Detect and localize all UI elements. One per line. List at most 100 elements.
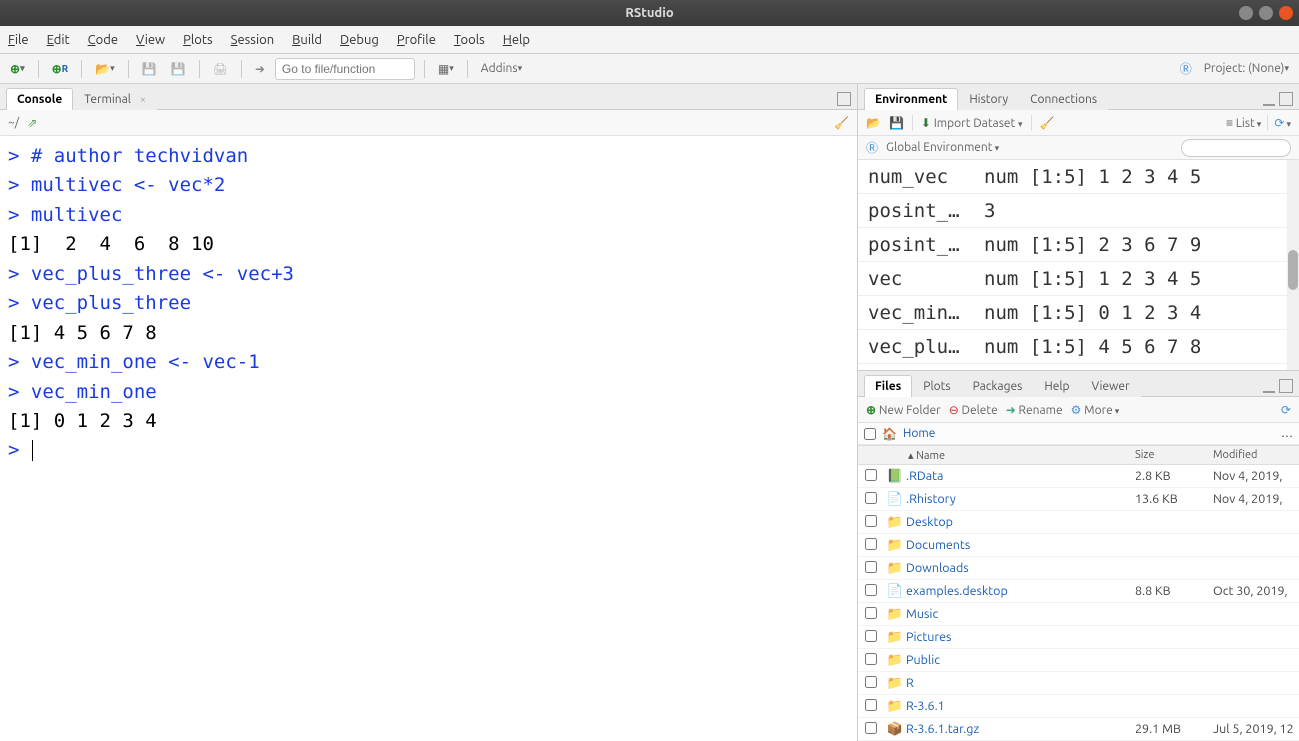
- file-checkbox[interactable]: [865, 722, 877, 734]
- file-name[interactable]: Pictures: [906, 630, 1135, 644]
- tab-environment[interactable]: Environment: [864, 88, 958, 110]
- tab-packages[interactable]: Packages: [962, 375, 1034, 397]
- menu-tools[interactable]: Tools: [454, 33, 485, 47]
- minimize-button[interactable]: [1239, 6, 1253, 20]
- menu-profile[interactable]: Profile: [397, 33, 436, 47]
- more-button[interactable]: ⚙ More: [1071, 403, 1120, 417]
- env-scrollbar[interactable]: [1287, 160, 1299, 370]
- tab-files[interactable]: Files: [864, 375, 912, 397]
- clear-env-icon[interactable]: 🧹: [1040, 116, 1055, 130]
- new-file-button[interactable]: ⊕: [6, 58, 29, 80]
- file-checkbox[interactable]: [865, 630, 877, 642]
- goto-file-input[interactable]: [275, 58, 415, 80]
- file-checkbox[interactable]: [865, 469, 877, 481]
- file-row[interactable]: Music: [858, 603, 1299, 626]
- menu-help[interactable]: Help: [503, 33, 530, 47]
- rename-button[interactable]: ➜ Rename: [1006, 403, 1063, 417]
- file-name[interactable]: Music: [906, 607, 1135, 621]
- file-row[interactable]: R: [858, 672, 1299, 695]
- file-name[interactable]: Public: [906, 653, 1135, 667]
- console-path-icon[interactable]: ⇗: [27, 116, 37, 130]
- env-scope-selector[interactable]: Global Environment: [886, 141, 999, 154]
- refresh-env-icon[interactable]: ⟳: [1274, 116, 1291, 130]
- env-row[interactable]: num_vecnum [1:5] 1 2 3 4 5: [858, 160, 1299, 194]
- file-row[interactable]: examples.desktop8.8 KBOct 30, 2019,: [858, 580, 1299, 603]
- load-workspace-icon[interactable]: 📂: [866, 116, 881, 130]
- import-dataset-button[interactable]: ⬇ Import Dataset: [921, 116, 1023, 130]
- file-row[interactable]: Pictures: [858, 626, 1299, 649]
- print-button[interactable]: 🖨: [209, 58, 232, 80]
- file-row[interactable]: .Rhistory13.6 KBNov 4, 2019,: [858, 488, 1299, 511]
- file-row[interactable]: Downloads: [858, 557, 1299, 580]
- file-checkbox[interactable]: [865, 653, 877, 665]
- tab-history[interactable]: History: [958, 88, 1019, 110]
- file-name[interactable]: .Rhistory: [906, 492, 1135, 506]
- pane-layout-button[interactable]: ▦: [434, 58, 458, 80]
- save-workspace-icon[interactable]: 💾: [889, 116, 904, 130]
- tab-connections[interactable]: Connections: [1019, 88, 1108, 110]
- file-name[interactable]: R-3.6.1.tar.gz: [906, 722, 1135, 736]
- maximize-pane-icon[interactable]: [1279, 92, 1293, 106]
- env-row[interactable]: posint_…num [1:5] 2 3 6 7 9: [858, 228, 1299, 262]
- maximize-button[interactable]: [1259, 6, 1273, 20]
- file-name[interactable]: R-3.6.1: [906, 699, 1135, 713]
- file-checkbox[interactable]: [865, 584, 877, 596]
- file-name[interactable]: examples.desktop: [906, 584, 1135, 598]
- file-name[interactable]: Documents: [906, 538, 1135, 552]
- col-name-header[interactable]: ▴ Name: [906, 449, 1135, 462]
- addins-button[interactable]: Addins: [477, 58, 526, 80]
- file-checkbox[interactable]: [865, 607, 877, 619]
- menu-build[interactable]: Build: [292, 33, 322, 47]
- path-options-icon[interactable]: …: [1281, 427, 1293, 440]
- file-row[interactable]: Desktop: [858, 511, 1299, 534]
- refresh-files-icon[interactable]: ⟳: [1281, 403, 1291, 417]
- save-button[interactable]: 💾: [138, 58, 161, 80]
- file-row[interactable]: R-3.6.1.tar.gz29.1 MBJul 5, 2019, 12: [858, 718, 1299, 741]
- menu-debug[interactable]: Debug: [340, 33, 379, 47]
- file-name[interactable]: .RData: [906, 469, 1135, 483]
- close-button[interactable]: [1279, 6, 1293, 20]
- maximize-files-pane-icon[interactable]: [1279, 379, 1293, 393]
- select-all-checkbox[interactable]: [864, 428, 876, 440]
- env-row[interactable]: vec_min…num [1:5] 0 1 2 3 4: [858, 296, 1299, 330]
- file-row[interactable]: .RData2.8 KBNov 4, 2019,: [858, 465, 1299, 488]
- col-size-header[interactable]: Size: [1135, 449, 1213, 461]
- menu-session[interactable]: Session: [231, 33, 274, 47]
- file-checkbox[interactable]: [865, 538, 877, 550]
- env-view-toggle[interactable]: ≡ List: [1226, 116, 1261, 130]
- tab-help[interactable]: Help: [1033, 375, 1080, 397]
- file-checkbox[interactable]: [865, 492, 877, 504]
- tab-plots[interactable]: Plots: [912, 375, 961, 397]
- menu-file[interactable]: File: [8, 33, 29, 47]
- env-row[interactable]: posint_…3: [858, 194, 1299, 228]
- file-row[interactable]: R-3.6.1: [858, 695, 1299, 718]
- menu-edit[interactable]: Edit: [47, 33, 70, 47]
- minimize-pane-icon[interactable]: [1263, 92, 1275, 106]
- menu-view[interactable]: View: [136, 33, 165, 47]
- env-row[interactable]: vec_plu…num [1:5] 4 5 6 7 8: [858, 330, 1299, 364]
- new-project-button[interactable]: ⊕R: [48, 58, 73, 80]
- home-icon[interactable]: 🏠: [882, 427, 897, 441]
- env-row[interactable]: vecnum [1:5] 1 2 3 4 5: [858, 262, 1299, 296]
- file-name[interactable]: Desktop: [906, 515, 1135, 529]
- project-menu[interactable]: Project: (None): [1200, 58, 1293, 80]
- file-row[interactable]: Public: [858, 649, 1299, 672]
- open-file-button[interactable]: 📂: [91, 58, 118, 80]
- file-checkbox[interactable]: [865, 561, 877, 573]
- minimize-files-pane-icon[interactable]: [1263, 379, 1275, 393]
- file-checkbox[interactable]: [865, 515, 877, 527]
- file-checkbox[interactable]: [865, 699, 877, 711]
- pane-window-icon[interactable]: [837, 92, 851, 106]
- tab-viewer[interactable]: Viewer: [1080, 375, 1140, 397]
- delete-button[interactable]: ⊖ Delete: [949, 403, 998, 417]
- new-folder-button[interactable]: ⊕ New Folder: [866, 403, 941, 417]
- console-output[interactable]: > # author techvidvan> multivec <- vec*2…: [0, 136, 857, 741]
- tab-console[interactable]: Console: [6, 88, 73, 110]
- clear-console-icon[interactable]: 🧹: [834, 116, 849, 130]
- tab-terminal[interactable]: Terminal ×: [73, 88, 157, 110]
- col-modified-header[interactable]: Modified: [1213, 449, 1299, 461]
- close-icon[interactable]: ×: [140, 94, 146, 106]
- file-name[interactable]: R: [906, 676, 1135, 690]
- menu-code[interactable]: Code: [88, 33, 118, 47]
- file-name[interactable]: Downloads: [906, 561, 1135, 575]
